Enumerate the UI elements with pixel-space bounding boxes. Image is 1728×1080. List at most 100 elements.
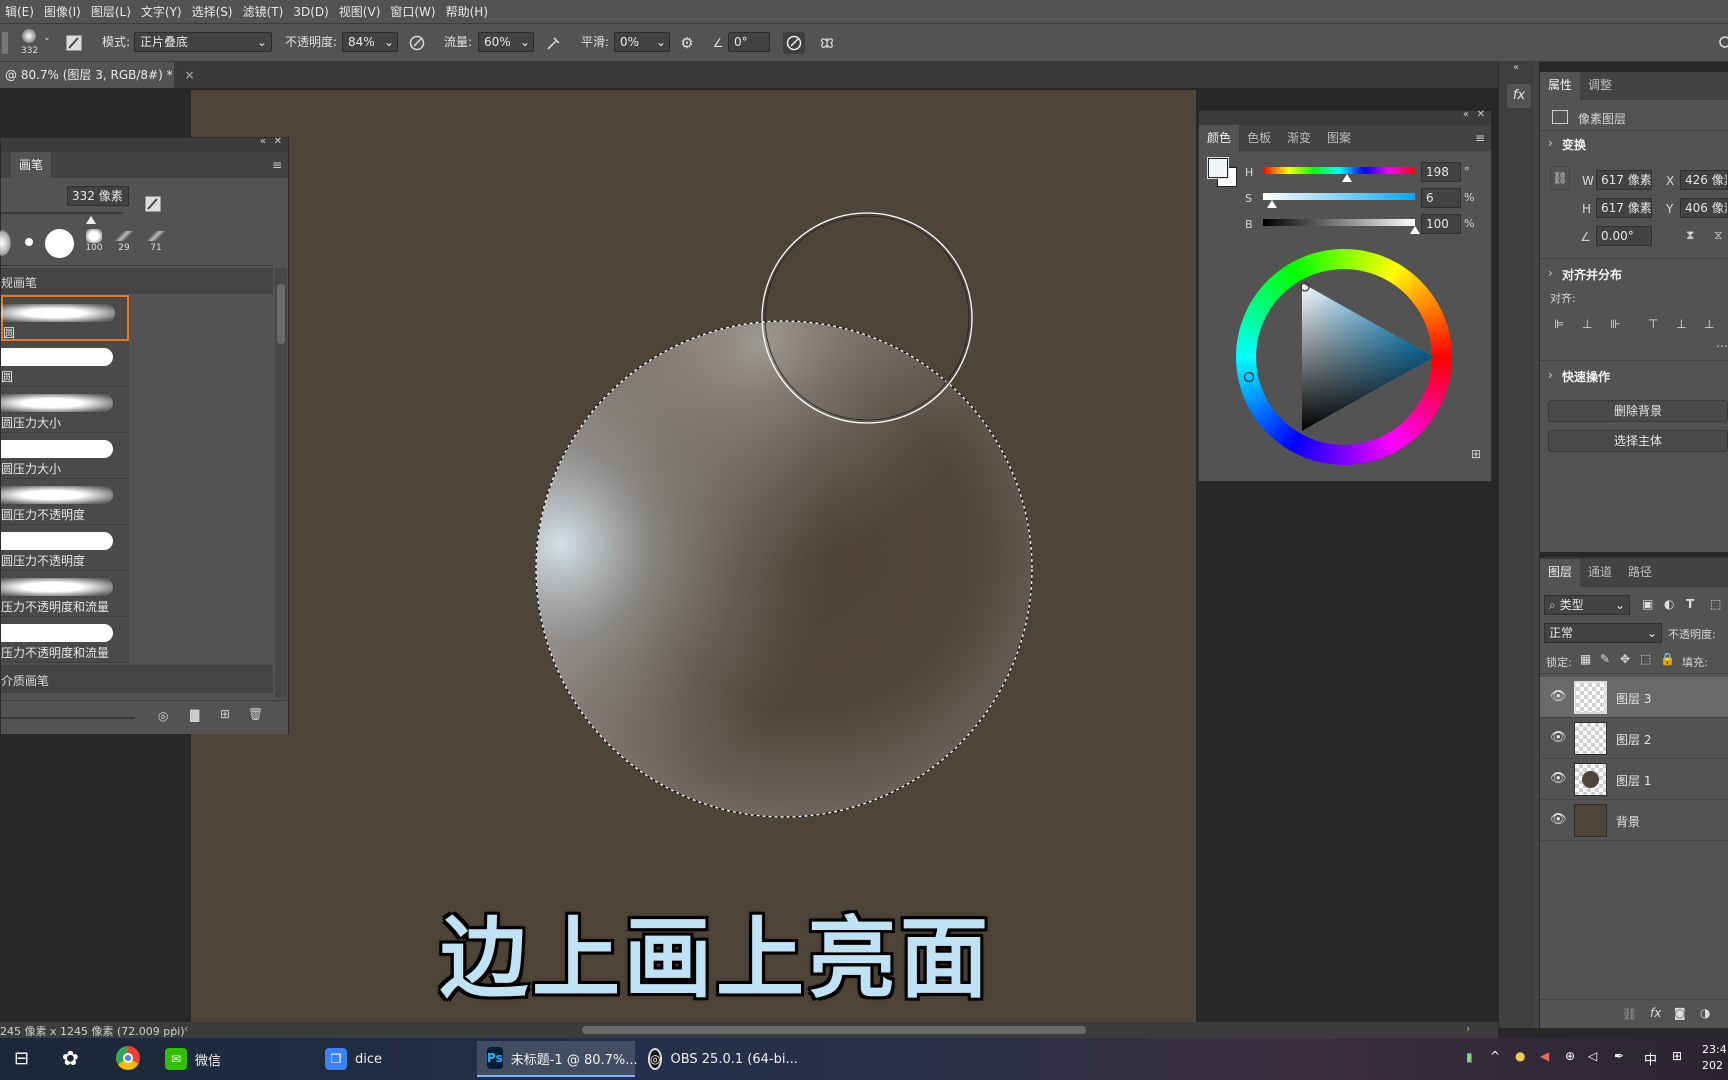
visibility-eye-icon[interactable]: 👁 [1550,730,1567,745]
color-wheel[interactable] [1236,249,1452,465]
hue-input[interactable]: 198 [1421,162,1461,182]
canvas-vertical-scrollbar[interactable] [1533,62,1539,1028]
brush-item[interactable]: 圆压力不透明度 [1,525,129,571]
collapse-icon[interactable]: « [1513,62,1519,73]
brush-item[interactable]: 压力不透明度和流量 [1,571,129,617]
link-layers-icon[interactable]: ⛓ [1622,1007,1637,1021]
tab-swatches[interactable]: 色板 [1239,125,1279,151]
new-brush-icon[interactable] [145,196,161,212]
status-menu-arrow-icon[interactable]: › [172,1022,176,1035]
chevron-down-icon[interactable]: › [1548,136,1553,150]
tab-channels[interactable]: 通道 [1580,559,1620,587]
airbrush-icon[interactable] [543,32,565,54]
tab-brushes[interactable]: 画笔 [11,152,52,178]
tab-gradients[interactable]: 渐变 [1279,125,1319,151]
add-swatch-icon[interactable]: ⊞ [1471,447,1481,461]
document-canvas[interactable] [191,90,1196,1025]
brush-size-slider-thumb[interactable] [86,216,96,224]
hue-ring-marker[interactable] [1243,371,1255,383]
scroll-right-icon[interactable]: › [1466,1022,1470,1035]
color-triangle[interactable] [1236,249,1452,465]
search-icon[interactable] [1716,32,1728,54]
menu-help[interactable]: 帮助(H) [441,3,493,20]
menu-type[interactable]: 文字(Y) [136,3,187,20]
menu-image[interactable]: 图像(I) [39,3,86,20]
visibility-eye-icon[interactable]: 👁 [1550,771,1567,786]
visibility-eye-icon[interactable]: 👁 [1550,812,1567,827]
menu-3d[interactable]: 3D(D) [288,5,333,19]
x-input[interactable]: 426 像素 [1680,170,1728,190]
menu-edit[interactable]: 辑(E) [0,3,39,20]
blend-mode-select[interactable]: 正常 ⌄ [1544,623,1662,643]
brightness-slider[interactable] [1263,219,1415,226]
hue-slider-thumb[interactable] [1341,174,1352,182]
preset-71[interactable]: 71 [141,227,171,259]
chevron-down-icon[interactable]: › [1548,368,1553,382]
select-subject-button[interactable]: 选择主体 [1548,430,1728,452]
network-icon[interactable]: ⊕ [1565,1049,1575,1063]
brush-group-media[interactable]: 介质画笔 [1,665,273,693]
brush-angle-input[interactable]: 0° [728,32,770,52]
brush-preset-picker[interactable]: 332 ⌄ [16,27,52,59]
tray-megaphone-icon[interactable]: ◀ [1540,1049,1549,1063]
align-bottom-icon[interactable]: ⊥ [1704,317,1714,331]
taskbar-app-wechat[interactable]: ✉ 微信 [155,1041,307,1077]
pen-icon[interactable]: ✒ [1614,1049,1624,1063]
battery-icon[interactable]: ▮ [1466,1050,1473,1064]
app-flower-icon[interactable]: ✿ [62,1046,86,1070]
brush-item[interactable]: 圆压力不透明度 [1,479,129,525]
task-view-icon[interactable]: ⊟ [14,1048,36,1070]
pressure-opacity-icon[interactable] [406,32,428,54]
height-input[interactable]: 617 像素 [1596,198,1652,218]
preset-hard-round[interactable] [45,229,74,258]
system-clock[interactable]: 23:4 202 [1702,1042,1728,1076]
preset-small-round[interactable] [25,238,33,246]
brush-settings-toggle-icon[interactable] [63,32,85,54]
rotation-input[interactable]: 0.00° [1596,226,1652,246]
preset-100[interactable]: 100 [79,227,109,259]
trash-icon[interactable]: 🗑 [248,707,263,721]
brush-item[interactable]: 圆 [1,295,129,341]
brush-size-slider[interactable] [1,212,123,214]
brush-item[interactable]: 压力不透明度和流量 [1,617,129,663]
adjustment-layer-icon[interactable]: ◑ [1700,1006,1710,1020]
filter-shape-icon[interactable]: ⬚ [1710,597,1721,611]
tab-layers[interactable]: 图层 [1540,559,1581,587]
tab-adjustments[interactable]: 调整 [1580,72,1620,100]
link-icon[interactable]: ⛓ [1550,166,1570,190]
chevron-down-icon[interactable]: › [1548,266,1553,280]
opacity-input[interactable]: 84% ⌄ [342,32,398,52]
chrome-icon[interactable] [116,1046,140,1070]
filter-pixel-icon[interactable]: ▣ [1642,597,1653,611]
brush-item[interactable]: 圆压力大小 [1,387,129,433]
collapse-icon[interactable]: « [1463,109,1469,120]
align-center-h-icon[interactable]: ⊥ [1582,317,1592,331]
align-top-icon[interactable]: ⊤ [1648,317,1658,331]
fx-icon[interactable]: fx [1650,1006,1661,1020]
brush-item[interactable]: 圆 [1,341,129,387]
filter-adjustment-icon[interactable]: ◐ [1664,597,1674,611]
brush-tool-icon[interactable] [2,32,8,54]
preview-size-slider[interactable] [1,717,135,719]
taskbar-app-obs[interactable]: ◎ OBS 25.0.1 (64-bi... [638,1041,798,1077]
symmetry-butterfly-icon[interactable] [816,32,838,54]
remove-background-button[interactable]: 删除背景 [1548,400,1728,422]
saturation-slider-thumb[interactable] [1267,200,1278,208]
scrollbar-thumb[interactable] [277,284,285,344]
lock-pixels-brush-icon[interactable]: ✎ [1600,652,1610,666]
flip-vertical-icon[interactable]: ⧖ [1714,228,1722,243]
layer-filter-select[interactable]: ⌕ 类型 ⌄ [1544,595,1630,615]
panel-menu-icon[interactable]: ≡ [272,152,288,178]
foreground-color-swatch[interactable] [1207,157,1229,179]
y-input[interactable]: 406 像素 [1680,198,1728,218]
tab-paths[interactable]: 路径 [1620,559,1660,587]
add-mask-icon[interactable]: ◙ [1674,1006,1686,1020]
width-input[interactable]: 617 像素 [1596,170,1652,190]
filter-type-icon[interactable]: T [1686,597,1694,611]
flip-horizontal-icon[interactable]: ⧗ [1686,228,1694,243]
preset-soft-round[interactable] [0,230,11,256]
tab-patterns[interactable]: 图案 [1319,125,1359,151]
new-brush-plus-icon[interactable]: ⊞ [220,707,230,721]
preset-29[interactable]: 29 [109,227,139,259]
layer-row[interactable]: 👁 图层 3 [1540,677,1728,718]
